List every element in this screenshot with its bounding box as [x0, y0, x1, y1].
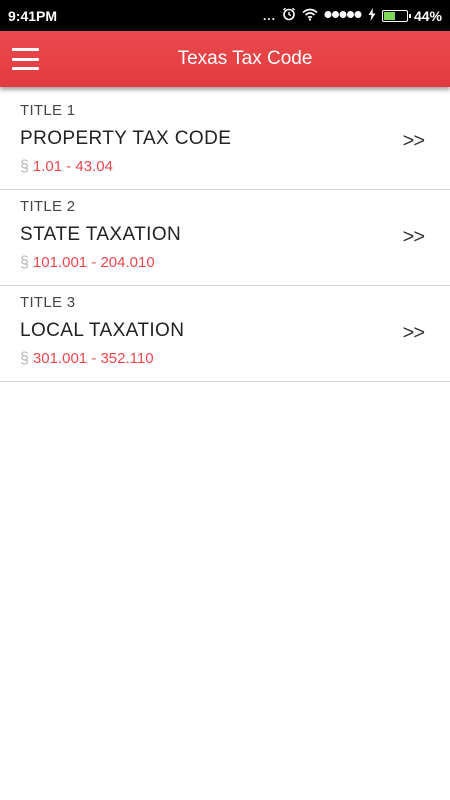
double-chevron-right-icon[interactable]: >> [403, 130, 425, 153]
title-name: STATE TAXATION [20, 224, 182, 245]
status-icons: ... 44% [263, 7, 442, 24]
list-item-title-3[interactable]: TITLE 3 LOCAL TAXATION § 301.001 - 352.1… [0, 286, 450, 382]
title-number: TITLE 2 [20, 198, 76, 215]
alarm-icon [282, 7, 296, 24]
section-symbol-icon: § [20, 254, 29, 271]
section-range: § 101.001 - 204.010 [20, 254, 155, 272]
status-bar: 9:41PM ... 44% [0, 0, 450, 31]
title-number: TITLE 3 [20, 294, 76, 311]
section-symbol-icon: § [20, 350, 29, 367]
signal-icon [324, 10, 362, 22]
battery-percent: 44% [413, 7, 442, 24]
wifi-icon [302, 8, 318, 24]
section-range: § 301.001 - 352.110 [20, 350, 154, 368]
double-chevron-right-icon[interactable]: >> [403, 322, 425, 345]
double-chevron-right-icon[interactable]: >> [403, 226, 425, 249]
charging-icon [368, 7, 376, 24]
title-number: TITLE 1 [20, 102, 76, 119]
title-name: PROPERTY TAX CODE [20, 128, 232, 149]
status-time: 9:41PM [8, 7, 58, 24]
list-item-title-1[interactable]: TITLE 1 PROPERTY TAX CODE § 1.01 - 43.04… [0, 94, 450, 190]
battery-icon [381, 9, 411, 22]
app-bar: Texas Tax Code [0, 31, 450, 87]
title-list: TITLE 1 PROPERTY TAX CODE § 1.01 - 43.04… [0, 94, 450, 382]
notification-dots: ... [262, 8, 276, 23]
battery-level [383, 11, 395, 20]
section-symbol-icon: § [20, 158, 29, 175]
title-name: LOCAL TAXATION [20, 320, 185, 341]
section-range-text: 101.001 - 204.010 [32, 254, 155, 271]
section-range-text: 1.01 - 43.04 [32, 158, 113, 175]
section-range-text: 301.001 - 352.110 [32, 350, 154, 367]
app-title: Texas Tax Code [177, 48, 313, 69]
section-range: § 1.01 - 43.04 [20, 158, 113, 176]
list-item-title-2[interactable]: TITLE 2 STATE TAXATION § 101.001 - 204.0… [0, 190, 450, 286]
